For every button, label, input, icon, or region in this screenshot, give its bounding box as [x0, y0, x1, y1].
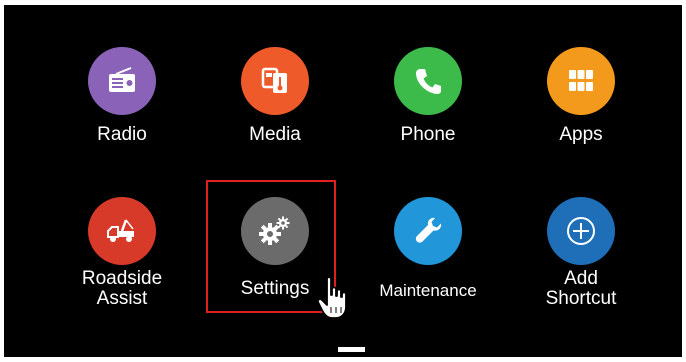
plus-circle-icon [547, 197, 615, 265]
phone-label: Phone [400, 124, 456, 145]
home-indicator-bar[interactable] [338, 347, 365, 352]
home-screen: Radio Media Phone Apps Roadside Assist S… [4, 5, 682, 357]
apps-tile[interactable]: Apps [516, 47, 646, 177]
tow-truck-icon [88, 197, 156, 265]
roadside-assist-tile[interactable]: Roadside Assist [57, 197, 187, 327]
media-icon [241, 47, 309, 115]
radio-icon [88, 47, 156, 115]
phone-tile[interactable]: Phone [363, 47, 493, 177]
media-tile[interactable]: Media [210, 47, 340, 177]
radio-tile[interactable]: Radio [57, 47, 187, 177]
add-shortcut-tile[interactable]: Add Shortcut [516, 197, 646, 327]
roadside-assist-label: Roadside Assist [81, 268, 163, 309]
hand-pointer-icon [316, 276, 347, 319]
maintenance-label: Maintenance [379, 281, 477, 300]
add-shortcut-label: Add Shortcut [545, 268, 617, 309]
apps-label: Apps [559, 124, 603, 145]
radio-label: Radio [97, 124, 147, 145]
phone-icon [394, 47, 462, 115]
wrench-icon [394, 197, 462, 265]
apps-grid-icon [547, 47, 615, 115]
media-label: Media [249, 124, 301, 145]
maintenance-tile[interactable]: Maintenance [363, 197, 493, 327]
